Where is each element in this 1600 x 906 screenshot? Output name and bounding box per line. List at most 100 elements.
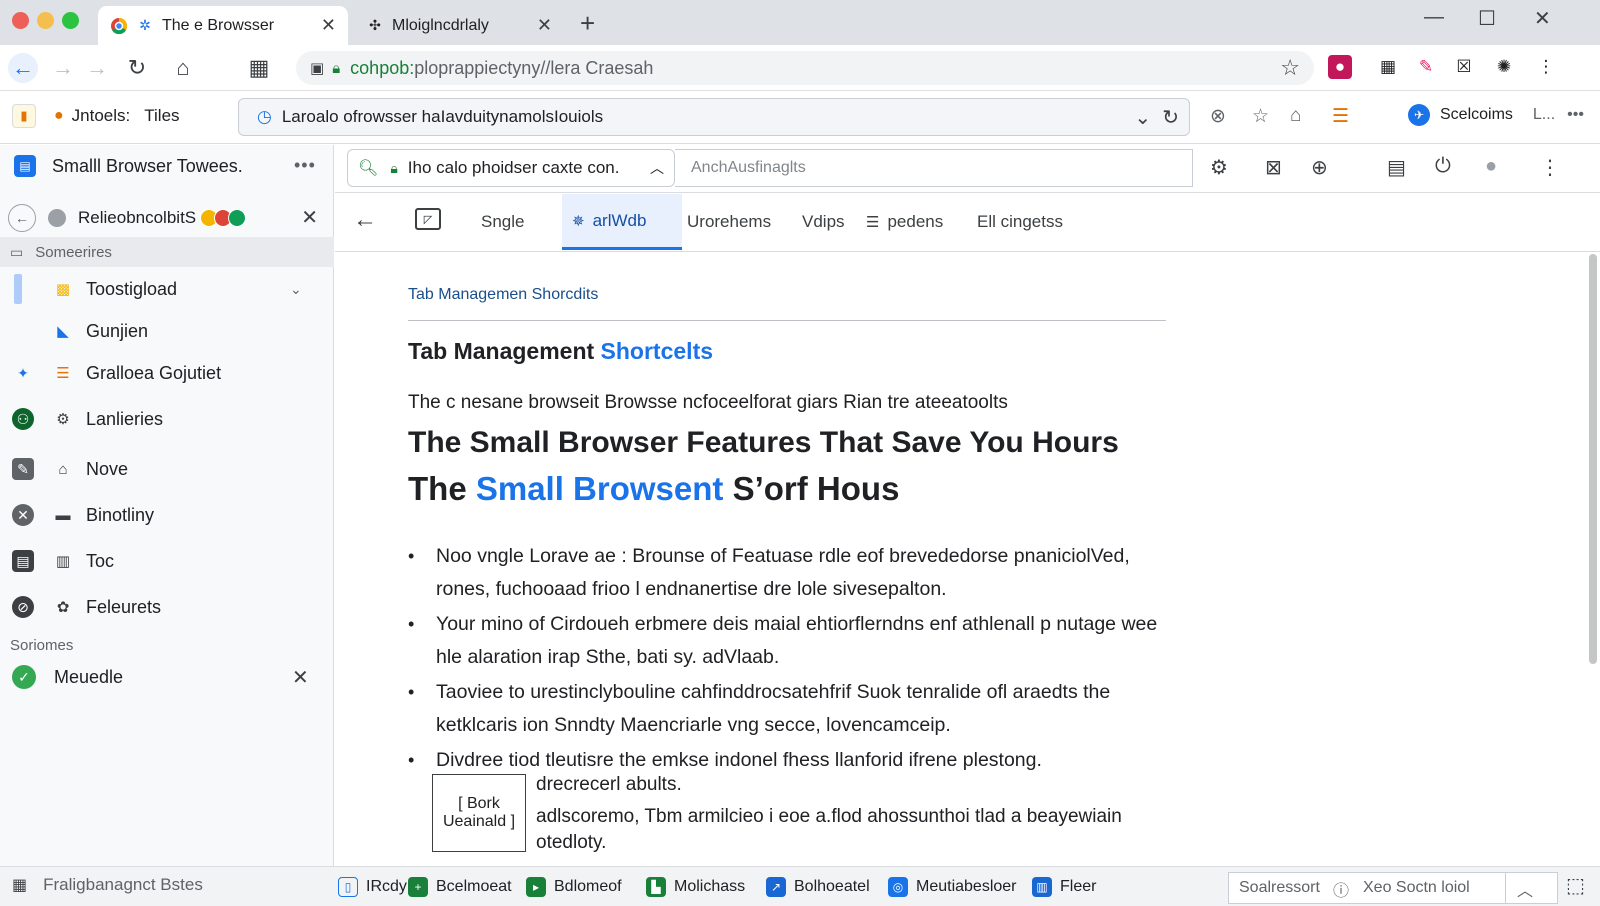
profile-name: Scelcoims bbox=[1440, 106, 1513, 123]
tab-single[interactable]: Sngle bbox=[471, 194, 534, 250]
secondary-address-field[interactable]: ◷ Laroalo ofrowsser haIavduіtynamolsIoui… bbox=[238, 98, 1190, 136]
home-icon[interactable]: ⌂ bbox=[1290, 105, 1301, 127]
minimize-icon[interactable]: — bbox=[1424, 6, 1444, 29]
extension-grid-icon[interactable]: ▦ bbox=[1376, 55, 1400, 79]
tab-active[interactable]: ✵ arlWdb bbox=[562, 194, 682, 250]
sidebar-item-done[interactable]: ✓ Meuedle ✕ bbox=[0, 657, 334, 697]
apps-grid-icon[interactable]: ▦ bbox=[244, 53, 274, 83]
power-icon[interactable]: ⏻ bbox=[1435, 155, 1451, 178]
sidebar-tab-group[interactable]: ← RelieobncolbitS ✕ bbox=[8, 201, 326, 235]
site-info-icon[interactable]: ▣ bbox=[310, 59, 324, 77]
reload-button[interactable]: ↻ bbox=[122, 53, 152, 83]
extension-box-icon[interactable]: ☒ bbox=[1452, 55, 1476, 79]
chevron-up-icon[interactable]: ︿ bbox=[1517, 877, 1533, 901]
bar-chart-icon: ▥ bbox=[1032, 877, 1052, 897]
sidebar-item-3[interactable]: ⚇ ⚙ Lanlieries bbox=[0, 399, 334, 439]
list-icon: ☰ bbox=[56, 365, 70, 382]
kebab-icon[interactable]: ⋮ bbox=[1540, 155, 1560, 180]
article: Tab Managemen Shorcdits Tab Management S… bbox=[408, 252, 1568, 862]
extension-aperture-icon[interactable]: ✺ bbox=[1492, 55, 1516, 79]
divider bbox=[1505, 873, 1506, 903]
settings-icon[interactable]: ⚙ bbox=[1210, 155, 1228, 180]
omnibox[interactable]: ▣ 🔒︎ cohpob: plopraрpiectyny//lera Craes… bbox=[296, 51, 1314, 85]
layout-icon: ▤ bbox=[12, 550, 34, 572]
bookmark-apps[interactable]: Jntoels: bbox=[72, 106, 131, 126]
bookmark-folder-icon[interactable]: ▮ bbox=[12, 104, 36, 128]
bottom-item-6[interactable]: ▥ Fleer bbox=[1032, 877, 1096, 897]
restore-icon[interactable]: ☐ bbox=[1478, 6, 1496, 31]
bottom-search[interactable]: Soalressort ⓘ Xeo Soctn loiol ︿ bbox=[1228, 872, 1558, 904]
picture-icon[interactable]: ◸ bbox=[415, 208, 441, 230]
chart-icon: ▙ bbox=[646, 877, 666, 897]
sidebar-item-6[interactable]: ▤ ▥ Toc bbox=[0, 541, 334, 581]
tab-videos[interactable]: Vdips bbox=[792, 194, 855, 250]
sidebar-item-0[interactable]: ▩ Toostigload ⌄ bbox=[0, 269, 334, 309]
lock-icon: 🔒︎ bbox=[332, 59, 341, 77]
chevron-up-icon[interactable]: ︿ bbox=[650, 158, 664, 178]
bottom-item-3[interactable]: ▙ Molichass bbox=[646, 877, 745, 897]
bottom-item-5[interactable]: ◎ Meutiabesloer bbox=[888, 877, 1017, 897]
back-circle-icon[interactable]: ← bbox=[8, 204, 36, 232]
profile-button[interactable]: ✈ Scelcoims L... ••• bbox=[1408, 104, 1584, 126]
forward-button[interactable]: → bbox=[48, 53, 78, 83]
close-tab-icon[interactable]: ✕ bbox=[321, 15, 336, 36]
sidebar-item-4[interactable]: ✎ ⌂ Nove bbox=[0, 449, 334, 489]
sidebar-item-2[interactable]: ✦ ☰ Gralloea Gojutiet bbox=[0, 353, 334, 393]
sidebar-title: Smalll Browser Towees. bbox=[52, 155, 243, 176]
bottom-item-1[interactable]: + Bcelmoeat bbox=[408, 877, 512, 897]
close-icon[interactable]: ✕ bbox=[1534, 6, 1551, 31]
profile-more[interactable]: L... bbox=[1533, 106, 1555, 124]
browser-tab-2[interactable]: ✣ Mloiglncdrlaly ✕ bbox=[354, 6, 564, 45]
network-icon: ⚇ bbox=[12, 408, 34, 430]
crop-icon[interactable]: ⊠ bbox=[1265, 155, 1282, 180]
back-arrow-icon[interactable]: ← bbox=[353, 206, 377, 234]
bottom-item-2[interactable]: ▸ Bdlomeof bbox=[526, 877, 622, 897]
bottom-item-0[interactable]: ▯ IRcdy bbox=[338, 877, 407, 897]
bullet-list: Noo vngle Lorave ae : Brounse of Featuas… bbox=[408, 540, 1168, 777]
star-icon[interactable]: ☆ bbox=[1252, 105, 1269, 128]
sidebar-item-7[interactable]: ⊘ ✿ Feleurets bbox=[0, 587, 334, 627]
find-input[interactable]: 🔍︎ 🔒︎ Iho calo phoidser caxte con. ︿ bbox=[347, 149, 675, 187]
remove-item-icon[interactable]: ✕ bbox=[292, 665, 309, 690]
page-title: The Small Browser Features That Save You… bbox=[408, 426, 1119, 459]
breadcrumb[interactable]: Tab Managemen Shorcdits bbox=[408, 286, 598, 304]
camera-icon[interactable]: ⊗ bbox=[1210, 105, 1226, 128]
printer-icon[interactable]: ▤ bbox=[1387, 155, 1406, 180]
sidebar-item-1[interactable]: ◣ Gunjien bbox=[0, 311, 334, 351]
help-circle-icon[interactable]: ⓘ bbox=[1333, 877, 1349, 901]
grid-icon[interactable]: ▦ bbox=[12, 875, 27, 895]
extension-color-icon[interactable]: ✎ bbox=[1414, 55, 1438, 79]
extension-lock-icon[interactable]: ● bbox=[1328, 55, 1352, 79]
tab-title: Mloiglncdrlaly bbox=[392, 16, 489, 34]
browser-tab-1[interactable]: ✲ The e Browsser ✕ bbox=[98, 6, 348, 45]
more-horizontal-icon[interactable]: ••• bbox=[1567, 106, 1584, 124]
bookmark-tiles[interactable]: Tiles bbox=[144, 106, 179, 126]
dropdown-refresh-icon[interactable]: ⌄ ↻ bbox=[1134, 105, 1179, 130]
avatar-icon[interactable]: ● bbox=[1485, 155, 1497, 178]
chevron-down-icon[interactable]: ⌄ bbox=[290, 281, 302, 298]
menu-kebab-icon[interactable]: ⋮ bbox=[1534, 55, 1558, 79]
find-secondary-input[interactable]: AnchAusfinaglts bbox=[675, 149, 1193, 187]
secondary-address-text: Laroalo ofrowsser haIavduіtynamolsIouiol… bbox=[281, 107, 604, 126]
close-tab-icon[interactable]: ✕ bbox=[537, 15, 552, 36]
home-button[interactable]: ⌂ bbox=[168, 53, 198, 83]
bottom-item-4[interactable]: ↗ Bolhoeatel bbox=[766, 877, 870, 897]
reading-list-icon[interactable]: ☰ bbox=[1332, 105, 1349, 128]
tab-settings[interactable]: Ell cingetss bbox=[967, 194, 1073, 250]
new-tab-button[interactable]: + bbox=[580, 8, 595, 39]
bookmark-star-icon[interactable]: ☆ bbox=[1280, 55, 1300, 81]
window-corner-icon[interactable]: ⬚ bbox=[1566, 873, 1585, 898]
back-button[interactable]: ← bbox=[8, 53, 38, 83]
close-window-button[interactable] bbox=[12, 12, 29, 29]
minimize-window-button[interactable] bbox=[37, 12, 54, 29]
tab-pens[interactable]: ☰ pedens bbox=[856, 194, 953, 250]
forward-arrow-icon[interactable]: → bbox=[82, 53, 112, 83]
maximize-window-button[interactable] bbox=[62, 12, 79, 29]
sidebar-more-icon[interactable]: ••• bbox=[294, 155, 316, 176]
close-group-icon[interactable]: ✕ bbox=[301, 205, 318, 230]
scrollbar[interactable] bbox=[1589, 254, 1597, 664]
zoom-icon[interactable]: ⊕ bbox=[1311, 155, 1328, 180]
tab-previews[interactable]: Urorehems bbox=[677, 194, 781, 250]
sidebar-item-5[interactable]: ✕ ▬ Binotliny bbox=[0, 495, 334, 535]
image-icon: ▩ bbox=[55, 281, 71, 298]
